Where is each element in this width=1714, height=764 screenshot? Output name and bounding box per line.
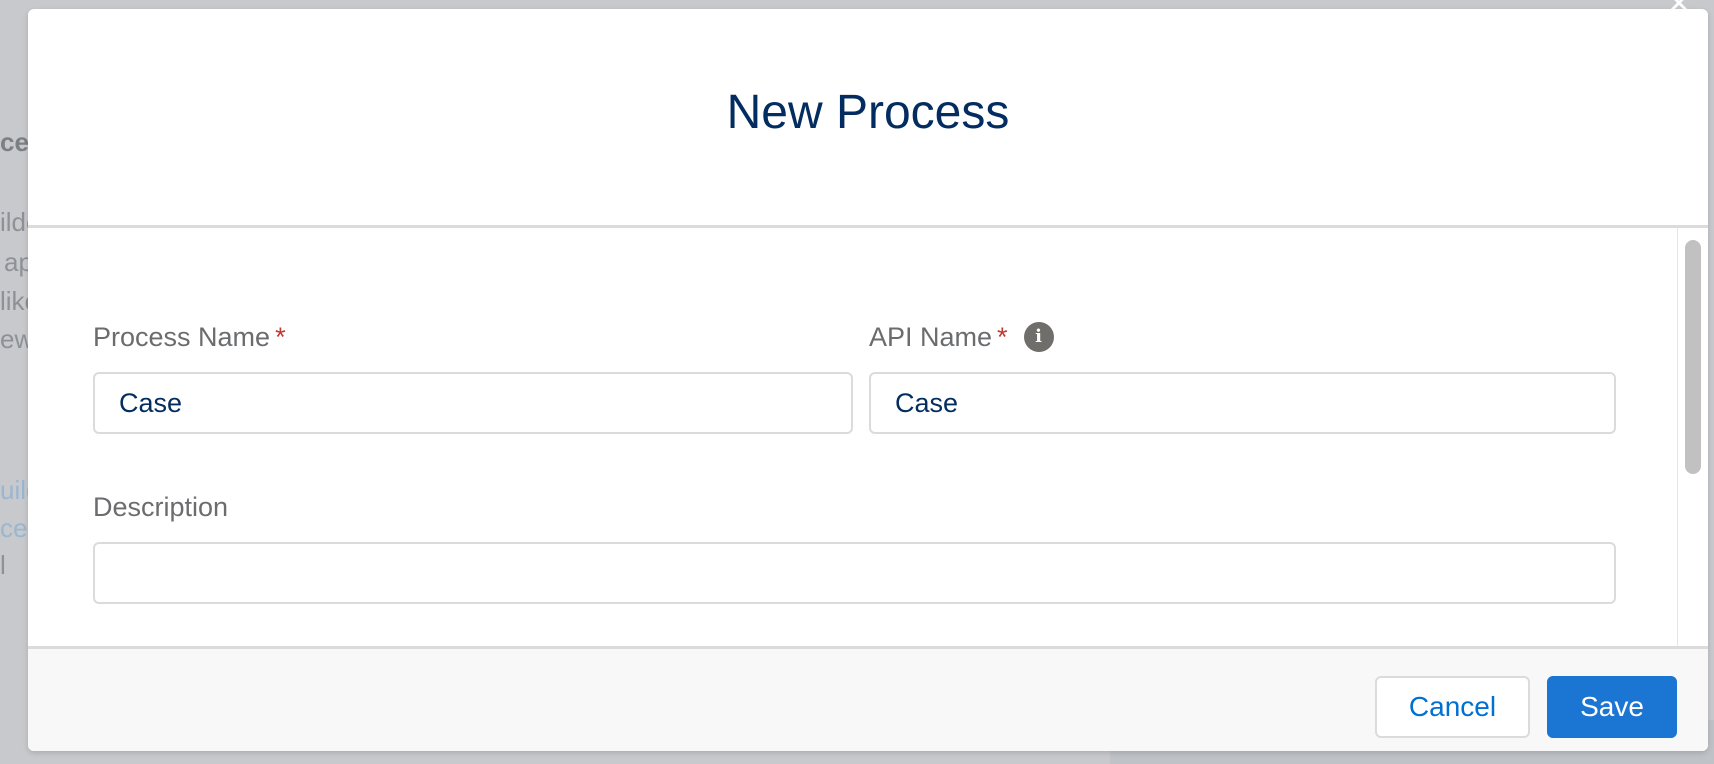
required-indicator: * [997, 322, 1008, 352]
modal-scrollbar[interactable] [1677, 228, 1708, 646]
process-name-label: Process Name * [93, 320, 286, 354]
modal-footer: Cancel Save [28, 646, 1708, 751]
api-name-label-text: API Name [869, 322, 993, 352]
modal-title: New Process [726, 85, 1010, 139]
info-icon[interactable]: i [1023, 322, 1054, 352]
api-name-label: API Name * i [869, 320, 1054, 354]
modal-body: Process Name * API Name * i Description [28, 228, 1708, 646]
description-input[interactable] [93, 542, 1616, 604]
cancel-button[interactable]: Cancel [1375, 676, 1530, 738]
process-name-label-text: Process Name [93, 322, 271, 352]
required-indicator: * [275, 322, 286, 352]
modal-header: New Process [28, 9, 1708, 228]
process-name-input[interactable] [93, 372, 853, 434]
api-name-input[interactable] [869, 372, 1616, 434]
background-heading-fragment: ce [0, 127, 29, 157]
scrollbar-thumb[interactable] [1685, 240, 1701, 474]
description-label: Description [93, 490, 228, 524]
description-label-text: Description [93, 492, 229, 522]
new-process-modal: New Process Process Name * API Name * i … [28, 9, 1708, 751]
background-text-fragment: l [0, 550, 6, 580]
save-button[interactable]: Save [1547, 676, 1677, 738]
